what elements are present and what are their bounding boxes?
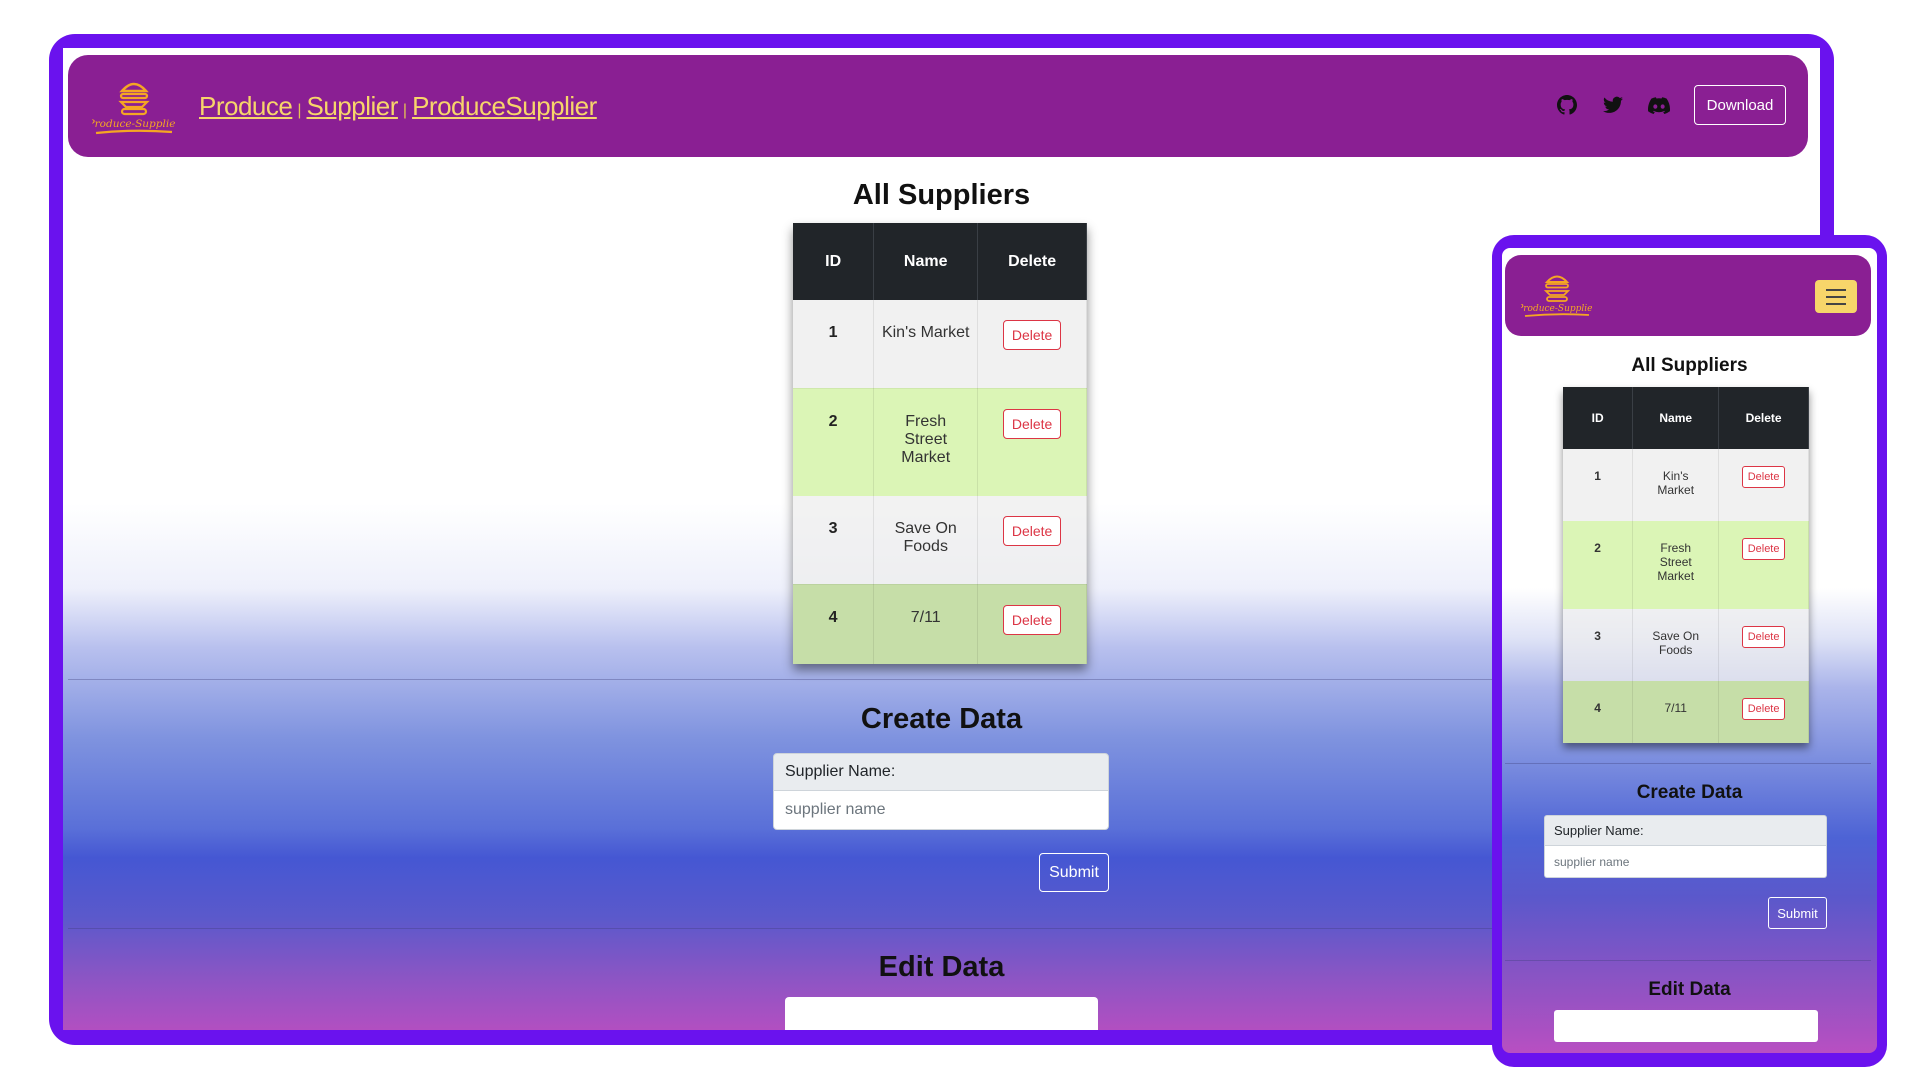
delete-button[interactable]: Delete bbox=[1741, 538, 1786, 560]
table-row: 1 Kin's Market Delete bbox=[793, 300, 1087, 389]
mobile-navbar: Produce-Supplier bbox=[1505, 255, 1871, 336]
nav-separator: | bbox=[297, 102, 302, 119]
row-name: Save On Foods bbox=[873, 496, 979, 585]
all-suppliers-heading: All Suppliers bbox=[852, 179, 1031, 211]
section-divider bbox=[1505, 960, 1871, 961]
section-divider bbox=[1505, 763, 1871, 764]
mobile-create-data-heading: Create Data bbox=[1636, 782, 1743, 803]
delete-button[interactable]: Delete bbox=[1741, 466, 1786, 488]
nav-actions: Download bbox=[1556, 85, 1786, 125]
mobile-create-form: Supplier Name: Submit bbox=[1544, 815, 1827, 929]
row-action-cell: Delete bbox=[1718, 449, 1809, 521]
row-action-cell: Delete bbox=[977, 496, 1087, 585]
create-form: Supplier Name: Submit bbox=[773, 753, 1109, 892]
row-id: 2 bbox=[793, 388, 875, 496]
column-header-name: Name bbox=[1632, 387, 1720, 449]
row-id: 4 bbox=[1563, 681, 1634, 743]
mobile-edit-data-heading: Edit Data bbox=[1648, 979, 1731, 1000]
nav-link-produce[interactable]: Produce bbox=[199, 91, 293, 122]
mobile-suppliers-table: ID Name Delete 1 Kin's Market Delete 2 F… bbox=[1563, 387, 1809, 743]
row-id: 1 bbox=[793, 300, 875, 389]
menu-icon-bar bbox=[1826, 288, 1846, 291]
edit-data-field[interactable] bbox=[785, 997, 1098, 1030]
row-name: 7/11 bbox=[873, 584, 979, 664]
nav-link-producesupplier[interactable]: ProduceSupplier bbox=[412, 91, 597, 122]
delete-button[interactable]: Delete bbox=[1002, 516, 1062, 546]
submit-button[interactable]: Submit bbox=[1039, 853, 1109, 892]
table-row: 4 7/11 Delete bbox=[793, 584, 1087, 664]
table-header-row: ID Name Delete bbox=[793, 223, 1087, 300]
table-row: 3 Save On Foods Delete bbox=[1563, 609, 1809, 681]
row-action-cell: Delete bbox=[977, 300, 1087, 389]
row-name: 7/11 bbox=[1632, 681, 1720, 743]
discord-icon[interactable] bbox=[1648, 94, 1670, 116]
row-id: 1 bbox=[1563, 449, 1634, 521]
svg-text:Produce-Supplier: Produce-Supplier bbox=[92, 118, 176, 130]
nav-links: Produce | Supplier | ProduceSupplier bbox=[199, 91, 597, 122]
mobile-screen: Produce-Supplier All Suppliers ID Name D… bbox=[1502, 248, 1877, 1053]
row-action-cell: Delete bbox=[977, 388, 1087, 496]
twitter-icon[interactable] bbox=[1602, 94, 1624, 116]
delete-button[interactable]: Delete bbox=[1002, 408, 1062, 439]
delete-button[interactable]: Delete bbox=[1002, 320, 1062, 350]
svg-text:Produce-Supplier: Produce-Supplier bbox=[1521, 304, 1593, 314]
row-action-cell: Delete bbox=[977, 584, 1087, 664]
mobile-all-suppliers-heading: All Suppliers bbox=[1631, 355, 1748, 376]
brand-logo[interactable]: Produce-Supplier bbox=[87, 73, 181, 139]
delete-button[interactable]: Delete bbox=[1741, 698, 1786, 720]
row-name: Fresh Street Market bbox=[1632, 521, 1720, 609]
table-row: 2 Fresh Street Market Delete bbox=[1563, 521, 1809, 609]
supplier-name-label: Supplier Name: bbox=[773, 753, 1109, 791]
column-header-id: ID bbox=[793, 223, 875, 300]
row-action-cell: Delete bbox=[1718, 609, 1809, 681]
menu-icon-bar bbox=[1826, 295, 1846, 298]
table-row: 4 7/11 Delete bbox=[1563, 681, 1809, 743]
row-id: 3 bbox=[1563, 609, 1634, 681]
table-row: 3 Save On Foods Delete bbox=[793, 496, 1087, 585]
column-header-delete: Delete bbox=[977, 223, 1087, 300]
row-id: 3 bbox=[793, 496, 875, 585]
column-header-name: Name bbox=[873, 223, 979, 300]
navbar: Produce-Supplier Produce | Supplier | Pr… bbox=[68, 55, 1808, 157]
table-row: 1 Kin's Market Delete bbox=[1563, 449, 1809, 521]
row-name: Kin's Market bbox=[1632, 449, 1720, 521]
delete-button[interactable]: Delete bbox=[1002, 604, 1062, 635]
menu-icon-bar bbox=[1826, 302, 1846, 305]
supplier-name-label: Supplier Name: bbox=[1544, 815, 1827, 846]
download-button[interactable]: Download bbox=[1694, 85, 1786, 125]
hamburger-menu-button[interactable] bbox=[1815, 280, 1857, 313]
supplier-name-input[interactable] bbox=[1544, 846, 1827, 878]
column-header-id: ID bbox=[1563, 387, 1634, 449]
submit-button[interactable]: Submit bbox=[1768, 897, 1827, 929]
suppliers-table: ID Name Delete 1 Kin's Market Delete 2 F… bbox=[793, 223, 1087, 664]
column-header-delete: Delete bbox=[1718, 387, 1809, 449]
nav-separator: | bbox=[402, 102, 408, 119]
row-name: Fresh Street Market bbox=[873, 388, 979, 496]
row-action-cell: Delete bbox=[1718, 681, 1809, 743]
row-id: 2 bbox=[1563, 521, 1634, 609]
edit-data-field[interactable] bbox=[1554, 1010, 1818, 1042]
burger-logo-icon: Produce-Supplier bbox=[1516, 275, 1597, 317]
row-id: 4 bbox=[793, 584, 875, 664]
row-name: Kin's Market bbox=[873, 300, 979, 389]
github-icon[interactable] bbox=[1556, 94, 1578, 116]
row-action-cell: Delete bbox=[1718, 521, 1809, 609]
delete-button[interactable]: Delete bbox=[1741, 626, 1786, 648]
nav-link-supplier[interactable]: Supplier bbox=[307, 91, 399, 122]
supplier-name-input[interactable] bbox=[773, 791, 1109, 830]
burger-logo-icon: Produce-Supplier bbox=[87, 82, 181, 135]
table-header-row: ID Name Delete bbox=[1563, 387, 1809, 449]
mobile-brand-logo[interactable]: Produce-Supplier bbox=[1516, 268, 1597, 320]
row-name: Save On Foods bbox=[1632, 609, 1720, 681]
table-row: 2 Fresh Street Market Delete bbox=[793, 388, 1087, 496]
